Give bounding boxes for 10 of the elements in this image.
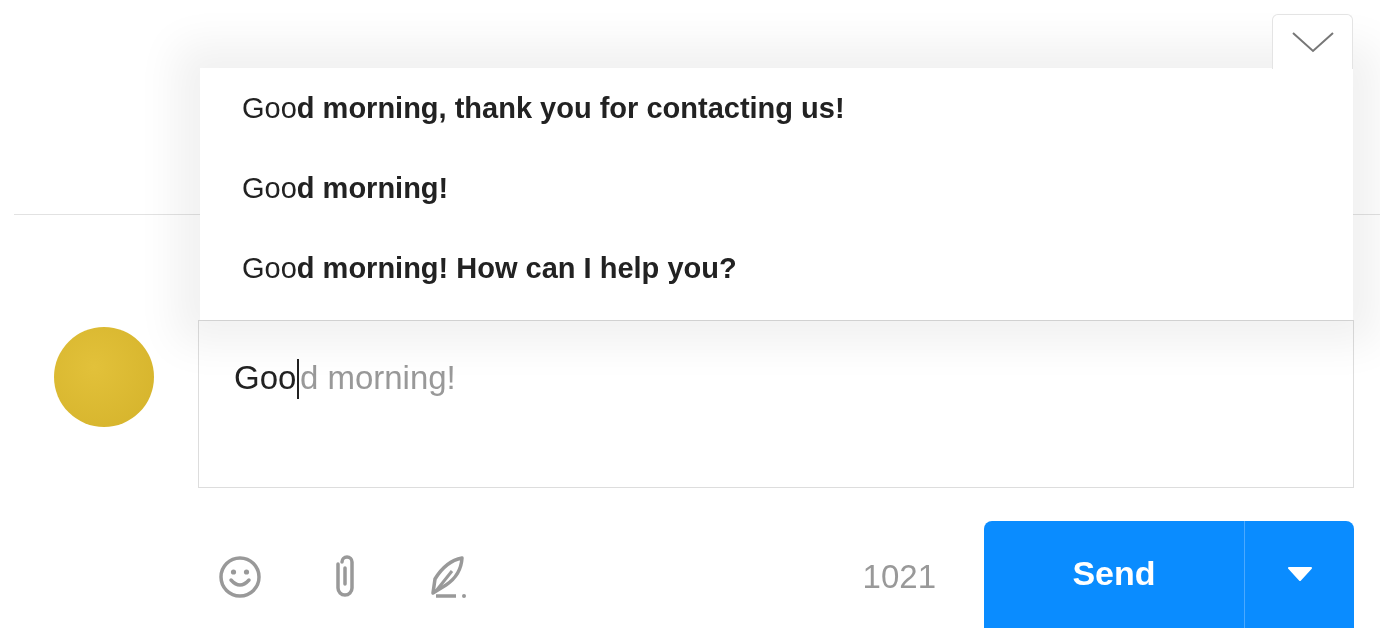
suggestion-item[interactable]: Good morning, thank you for contacting us! (242, 91, 1353, 125)
emoji-icon[interactable] (218, 555, 262, 599)
message-input[interactable]: Good morning! (198, 320, 1354, 488)
suggestion-item[interactable]: Good morning! How can I help you? (242, 251, 1353, 285)
character-count: 1021 (862, 558, 936, 596)
collapse-button[interactable] (1272, 14, 1353, 69)
text-cursor (297, 359, 299, 399)
suggestion-item[interactable]: Good morning! (242, 171, 1353, 205)
chevron-down-icon (1290, 30, 1335, 54)
caret-icon (1287, 566, 1312, 581)
